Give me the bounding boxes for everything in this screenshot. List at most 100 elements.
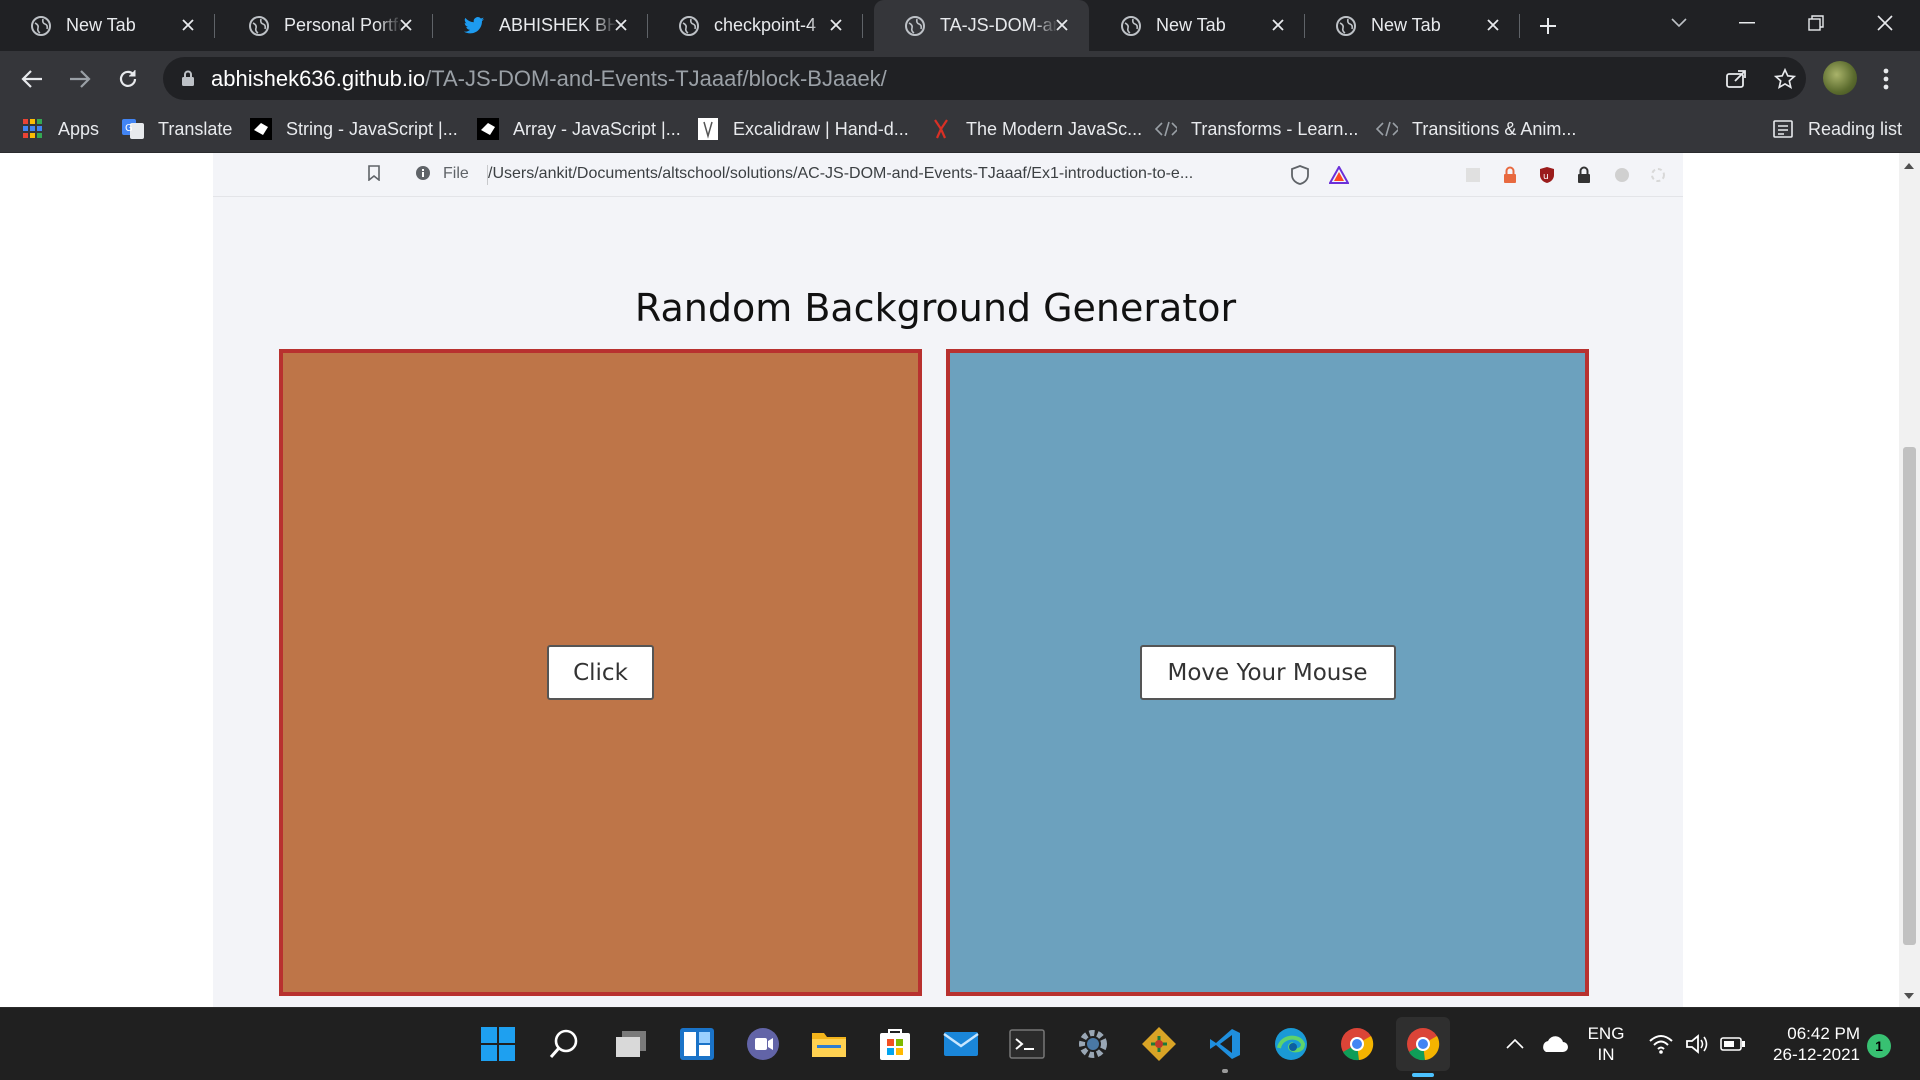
tab-strip: New Tab Personal Portfolio ABHISHEK BHAR…: [0, 0, 1920, 51]
star-bookmark-icon[interactable]: [1773, 67, 1797, 91]
globe-icon: [248, 15, 270, 37]
tab-new-tab-1[interactable]: New Tab: [0, 0, 215, 51]
extension-lock-icon: [1500, 165, 1520, 185]
notification-badge[interactable]: 1: [1867, 1034, 1891, 1058]
tab-title: ABHISHEK BHARDWAJ: [499, 15, 617, 35]
javascript-info-icon: [930, 118, 952, 140]
close-icon[interactable]: [825, 14, 847, 36]
bookmark-string-js[interactable]: String - JavaScript |...: [250, 114, 458, 144]
tab-separator: [862, 14, 863, 38]
onedrive-cloud-icon[interactable]: [1534, 1026, 1574, 1062]
close-icon[interactable]: [1051, 14, 1073, 36]
settings-icon[interactable]: [1072, 1023, 1114, 1065]
system-clock[interactable]: 06:42 PM 26-12-2021: [1760, 1023, 1860, 1065]
tab-new-tab-2[interactable]: New Tab: [1090, 0, 1305, 51]
vscode-icon[interactable]: [1204, 1023, 1246, 1073]
more-menu-icon[interactable]: [1870, 63, 1902, 95]
tab-title: New Tab: [1156, 15, 1226, 35]
language-indicator[interactable]: ENG IN: [1586, 1023, 1626, 1065]
terminal-icon[interactable]: [1006, 1023, 1048, 1065]
minimize-icon[interactable]: [1727, 8, 1767, 38]
bookmark-transitions[interactable]: Transitions & Anim...: [1376, 114, 1576, 144]
share-icon[interactable]: [1724, 67, 1748, 91]
tab-twitter[interactable]: ABHISHEK BHARDWAJ: [433, 0, 648, 51]
bookmarks-bar: Apps G Translate String - JavaScript |..…: [0, 106, 1920, 153]
bookmark-modern-js[interactable]: The Modern JavaSc...: [930, 114, 1142, 144]
svg-text:G: G: [125, 123, 133, 134]
tab-personal-portfolio[interactable]: Personal Portfolio: [218, 0, 433, 51]
bookmark-apps[interactable]: Apps: [22, 114, 99, 144]
brave-rewards-icon: [1329, 165, 1349, 185]
ublock-icon: u: [1537, 165, 1557, 185]
chrome-icon[interactable]: [1336, 1023, 1378, 1065]
bookmark-array-js[interactable]: Array - JavaScript |...: [477, 114, 681, 144]
forward-arrow-icon[interactable]: [64, 63, 96, 95]
close-window-icon[interactable]: [1865, 8, 1905, 38]
bookmark-excalidraw[interactable]: Excalidraw | Hand-d...: [697, 114, 909, 144]
close-icon[interactable]: [1482, 14, 1504, 36]
active-app-indicator: [1412, 1073, 1434, 1077]
teams-chat-icon[interactable]: [742, 1023, 784, 1065]
page-viewport: File /Users/ankit/Documents/altschool/so…: [0, 153, 1899, 1007]
wifi-icon[interactable]: [1643, 1026, 1679, 1062]
vertical-scrollbar[interactable]: [1899, 153, 1920, 1007]
reload-icon[interactable]: [112, 63, 144, 95]
file-label: File: [443, 165, 469, 182]
git-icon[interactable]: [1138, 1023, 1180, 1065]
close-icon[interactable]: [1267, 14, 1289, 36]
scroll-down-arrow-icon[interactable]: [1904, 993, 1914, 999]
tab-separator: [1519, 14, 1520, 38]
close-icon[interactable]: [177, 14, 199, 36]
bookmark-label: Transforms - Learn...: [1191, 118, 1359, 139]
scroll-up-arrow-icon[interactable]: [1904, 163, 1914, 169]
chrome-active-icon[interactable]: [1396, 1017, 1450, 1077]
move-your-mouse-button[interactable]: Move Your Mouse: [1139, 645, 1396, 700]
tab-checkpoint-4[interactable]: checkpoint-4: [648, 0, 863, 51]
google-translate-icon: G: [122, 118, 144, 140]
lock-icon[interactable]: [179, 70, 197, 88]
back-arrow-icon[interactable]: [16, 63, 48, 95]
bookmark-label: Excalidraw | Hand-d...: [733, 118, 909, 139]
click-button[interactable]: Click: [547, 645, 654, 700]
tab-title: TA-JS-DOM-and-Events: [940, 15, 1058, 35]
file-explorer-icon[interactable]: [808, 1023, 850, 1065]
globe-icon: [1120, 15, 1142, 37]
close-icon[interactable]: [395, 14, 417, 36]
restore-icon[interactable]: [1796, 8, 1836, 38]
scrollbar-thumb[interactable]: [1903, 447, 1916, 945]
bookmark-label: Transitions & Anim...: [1412, 118, 1577, 139]
tab-search-chevron-icon[interactable]: [1659, 8, 1699, 38]
language-code: ENG: [1587, 1024, 1625, 1043]
bookmark-translate[interactable]: G Translate: [122, 114, 232, 144]
edge-icon[interactable]: [1270, 1023, 1312, 1065]
mousemove-color-box[interactable]: Move Your Mouse: [946, 349, 1589, 996]
new-tab-plus-icon[interactable]: [1533, 12, 1563, 40]
address-bar[interactable]: abhishek636.github.io/TA-JS-DOM-and-Even…: [163, 57, 1806, 100]
bookmark-label: The Modern JavaSc...: [966, 118, 1143, 139]
windows-start-icon[interactable]: [477, 1023, 519, 1065]
task-view-icon[interactable]: [610, 1023, 652, 1065]
clock-date: 26-12-2021: [1773, 1045, 1860, 1064]
tab-new-tab-3[interactable]: New Tab: [1305, 0, 1520, 51]
tab-ta-js-dom-active[interactable]: TA-JS-DOM-and-Events: [874, 0, 1089, 51]
profile-avatar[interactable]: [1823, 61, 1857, 95]
widgets-icon[interactable]: [676, 1023, 718, 1065]
globe-icon: [904, 15, 926, 37]
reading-list-button[interactable]: Reading list: [1772, 114, 1902, 144]
mail-icon[interactable]: [940, 1023, 982, 1065]
show-hidden-icons-chevron-icon[interactable]: [1497, 1026, 1533, 1062]
reading-list-icon: [1772, 118, 1794, 140]
microsoft-store-icon[interactable]: [874, 1023, 916, 1065]
battery-icon[interactable]: [1715, 1026, 1751, 1062]
search-icon[interactable]: [543, 1023, 585, 1065]
click-color-box[interactable]: Click: [279, 349, 922, 996]
page-title: Random Background Generator: [634, 286, 1237, 330]
embedded-screenshot: File /Users/ankit/Documents/altschool/so…: [213, 153, 1683, 1007]
bookmark-transforms[interactable]: Transforms - Learn...: [1155, 114, 1358, 144]
globe-icon: [1335, 15, 1357, 37]
bookmark-icon: [368, 165, 380, 186]
close-icon[interactable]: [610, 14, 632, 36]
volume-icon[interactable]: [1679, 1026, 1715, 1062]
bookmark-label: Array - JavaScript |...: [513, 118, 681, 139]
region-code: IN: [1597, 1045, 1615, 1064]
